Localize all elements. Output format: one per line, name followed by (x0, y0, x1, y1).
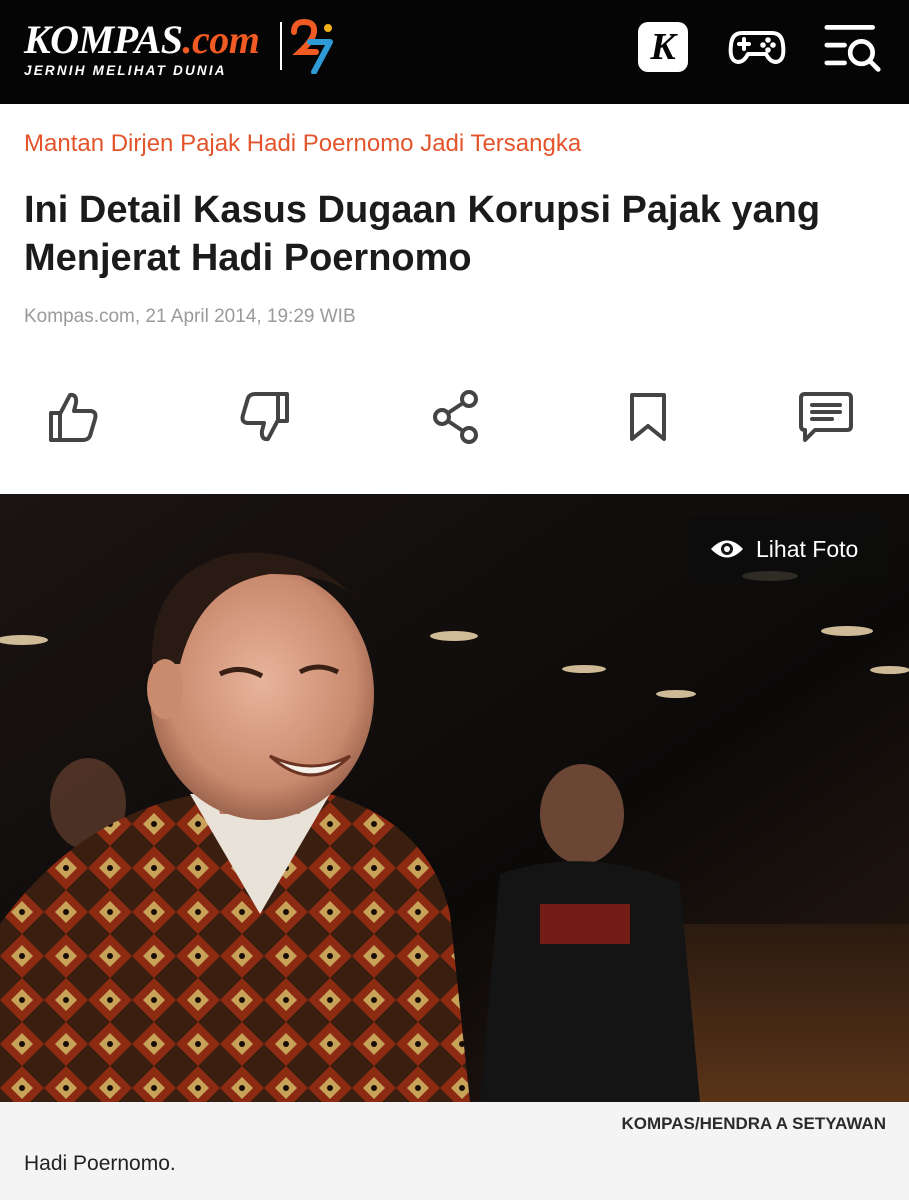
logo-tagline: JERNIH MELIHAT DUNIA (24, 63, 227, 78)
logo-wordmark: KOMPAS.com (24, 17, 260, 62)
eye-icon (711, 540, 743, 558)
photo-caption: Hadi Poernomo. (24, 1152, 176, 1175)
gamepad-icon (728, 31, 786, 64)
logo-tld: .com (182, 17, 260, 62)
games-button[interactable] (728, 20, 786, 74)
share-icon (433, 390, 478, 444)
bookmark-button[interactable] (619, 388, 677, 446)
comment-icon (799, 392, 853, 442)
article-kicker-link[interactable]: Mantan Dirjen Pajak Hadi Poernomo Jadi T… (24, 130, 581, 158)
comment-button[interactable] (797, 388, 855, 446)
kompas-k-button[interactable]: K (634, 20, 692, 74)
share-button[interactable] (426, 388, 484, 446)
top-bar: KOMPAS.com JERNIH MELIHAT DUNIA K (0, 0, 909, 104)
logo-brand-name: KOMPAS (24, 17, 183, 62)
dislike-button[interactable] (236, 388, 294, 446)
dislike-icon (240, 392, 289, 442)
like-button[interactable] (44, 388, 102, 446)
article-byline: Kompas.com, 21 April 2014, 19:29 WIB (24, 306, 356, 327)
anniversary-logo-icon (291, 18, 333, 74)
photo-image (0, 494, 909, 1102)
article-photo[interactable] (0, 494, 909, 1102)
logo-divider (280, 22, 282, 70)
kompas-logo[interactable]: KOMPAS.com JERNIH MELIHAT DUNIA (24, 17, 260, 79)
view-photo-label: Lihat Foto (756, 535, 859, 562)
photo-caption-area: KOMPAS/HENDRA A SETYAWAN Hadi Poernomo. (0, 1102, 909, 1200)
menu-search-icon (824, 25, 881, 72)
article-title: Ini Detail Kasus Dugaan Korupsi Pajak ya… (24, 189, 821, 279)
bookmark-icon (630, 393, 666, 441)
view-photo-button[interactable]: Lihat Foto (688, 517, 887, 581)
kompas-k-icon: K (638, 22, 688, 72)
menu-search-button[interactable] (824, 20, 882, 74)
like-icon (49, 392, 98, 442)
photo-credit: KOMPAS/HENDRA A SETYAWAN (621, 1114, 886, 1133)
